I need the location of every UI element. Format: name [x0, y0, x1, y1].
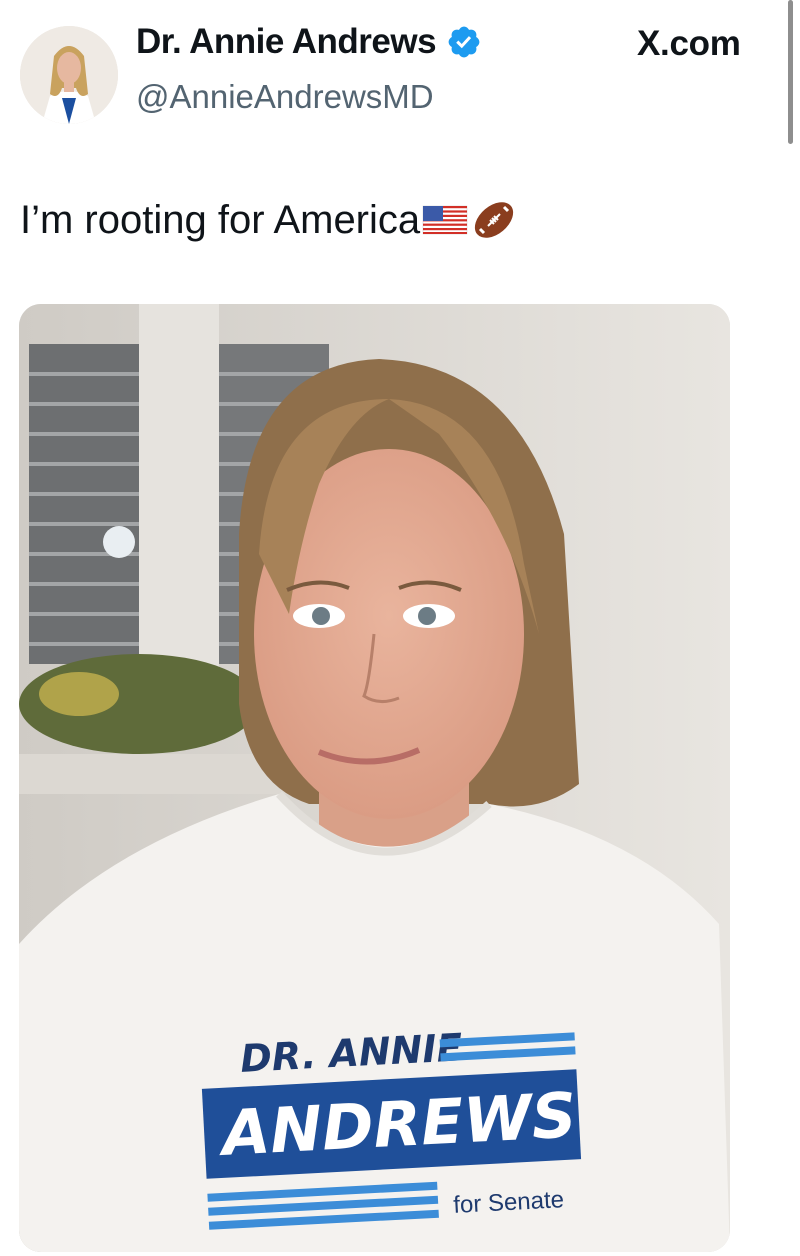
name-row: Dr. Annie Andrews — [136, 22, 482, 62]
tweet-body: I’m rooting for America — [20, 197, 421, 242]
display-name[interactable]: Dr. Annie Andrews — [136, 22, 437, 62]
avatar[interactable] — [20, 26, 118, 124]
american-football-emoji — [475, 202, 514, 238]
handle[interactable]: @AnnieAndrewsMD — [136, 78, 434, 116]
tweet-header: Dr. Annie Andrews @AnnieAndrewsMD X.com — [0, 0, 800, 150]
verified-badge-icon — [448, 26, 480, 58]
tweet-photo[interactable]: DR. ANNIE ANDREWS for Senate — [19, 304, 730, 1252]
selfie-illustration: DR. ANNIE ANDREWS for Senate — [19, 304, 730, 1252]
scrollbar[interactable] — [788, 0, 793, 144]
avatar-image — [20, 26, 118, 124]
tweet-text: I’m rooting for America — [20, 196, 518, 244]
site-label: X.com — [637, 24, 741, 63]
us-flag-emoji — [422, 205, 468, 235]
